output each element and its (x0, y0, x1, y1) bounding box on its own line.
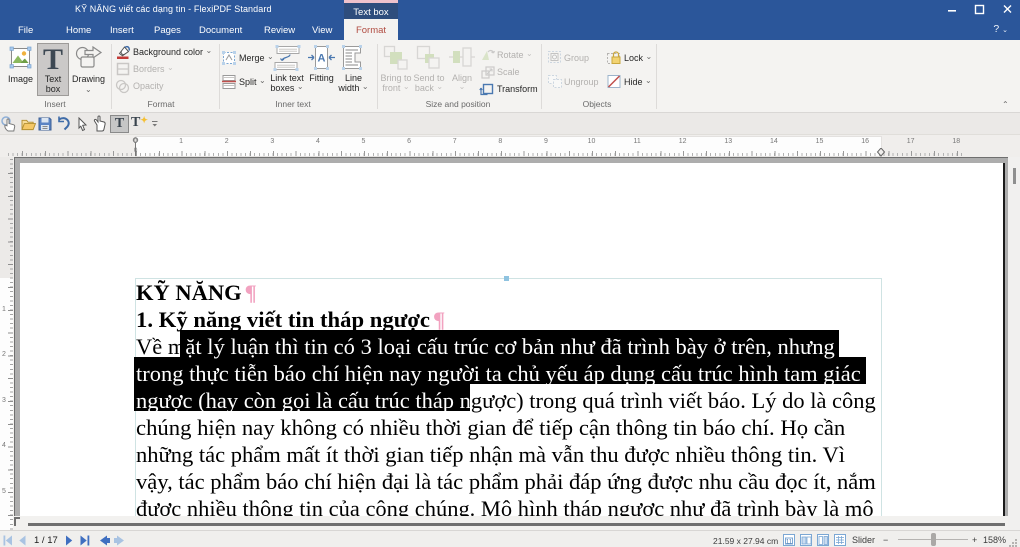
svg-text:11: 11 (786, 540, 793, 546)
svg-text:A: A (318, 53, 326, 65)
